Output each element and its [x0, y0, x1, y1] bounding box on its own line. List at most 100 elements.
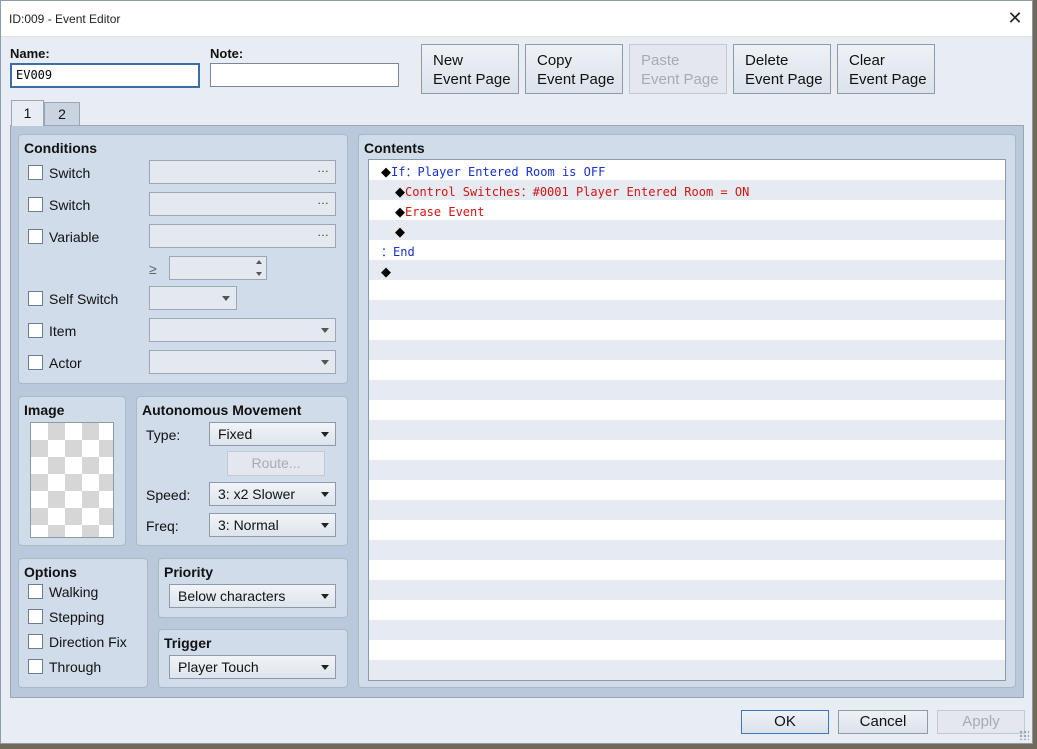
copy-event-page-line1: Copy: [537, 52, 573, 69]
new-event-page-line1: New: [433, 52, 464, 69]
chevron-down-icon: [321, 523, 329, 528]
window-title: ID:009 - Event Editor: [9, 12, 121, 26]
tab-page-2[interactable]: 2: [44, 102, 80, 125]
trigger-title: Trigger: [164, 635, 212, 651]
command-line[interactable]: ◆If：Player Entered Room is OFF: [381, 162, 605, 182]
actor-checkbox[interactable]: [28, 355, 43, 370]
clear-event-page-line1: Clear: [849, 52, 885, 69]
self-switch-select[interactable]: [149, 286, 237, 310]
actor-label: Actor: [49, 355, 82, 371]
switch1-checkbox[interactable]: [28, 165, 43, 180]
priority-select[interactable]: Below characters: [169, 584, 336, 608]
through-checkbox[interactable]: [28, 659, 43, 674]
apply-button[interactable]: Apply: [937, 710, 1025, 734]
switch2-checkbox[interactable]: [28, 197, 43, 212]
ellipsis-icon: …: [317, 225, 329, 239]
title-bar: ID:009 - Event Editor ✕: [1, 1, 1032, 37]
clear-event-page-line2: Event Page: [849, 71, 927, 88]
copy-event-page-line2: Event Page: [537, 71, 615, 88]
movement-freq-select[interactable]: 3: Normal: [209, 513, 336, 537]
movement-freq-value: 3: Normal: [218, 517, 279, 533]
autonomous-movement-title: Autonomous Movement: [142, 402, 302, 418]
command-marker: ：: [381, 245, 394, 259]
ok-button[interactable]: OK: [741, 710, 829, 734]
switch2-label: Switch: [49, 197, 91, 213]
command-marker: ◆: [395, 185, 405, 200]
chevron-down-icon: [222, 296, 230, 301]
tab-page-1[interactable]: 1: [11, 100, 44, 126]
command-text: If：Player Entered Room is OFF: [391, 165, 606, 179]
name-input[interactable]: EV009: [10, 63, 200, 88]
chevron-down-icon: [321, 432, 329, 437]
variable-field[interactable]: …: [149, 224, 336, 248]
close-icon[interactable]: ✕: [1004, 7, 1026, 29]
route-button[interactable]: Route...: [227, 451, 325, 476]
spin-up-icon[interactable]: [256, 260, 262, 264]
self-switch-checkbox[interactable]: [28, 291, 43, 306]
note-input[interactable]: [210, 63, 399, 87]
event-editor-window: ID:009 - Event Editor ✕ Name: EV009 Note…: [0, 0, 1033, 744]
movement-type-select[interactable]: Fixed: [209, 422, 336, 446]
walking-label: Walking: [49, 584, 99, 600]
new-event-page-button[interactable]: New Event Page: [421, 44, 519, 94]
command-line[interactable]: ◆Control Switches：#0001 Player Entered R…: [395, 182, 749, 202]
priority-value: Below characters: [178, 588, 286, 604]
direction-fix-label: Direction Fix: [49, 634, 127, 650]
walking-checkbox[interactable]: [28, 584, 43, 599]
item-select[interactable]: [149, 318, 336, 342]
switch1-label: Switch: [49, 165, 91, 181]
direction-fix-checkbox[interactable]: [28, 634, 43, 649]
delete-event-page-button[interactable]: Delete Event Page: [733, 44, 831, 94]
chevron-down-icon: [321, 594, 329, 599]
switch1-field[interactable]: …: [149, 160, 336, 184]
through-label: Through: [49, 659, 102, 675]
contents-title: Contents: [364, 140, 425, 156]
trigger-select[interactable]: Player Touch: [169, 655, 336, 679]
note-label: Note:: [210, 46, 244, 61]
image-preview[interactable]: [30, 422, 114, 538]
chevron-down-icon: [321, 328, 329, 333]
variable-label: Variable: [49, 229, 100, 245]
command-marker: ◆: [381, 265, 391, 280]
command-marker: ◆: [395, 225, 405, 240]
command-line[interactable]: ◆Erase Event: [395, 202, 484, 222]
movement-type-label: Type:: [146, 427, 181, 443]
chevron-down-icon: [321, 492, 329, 497]
item-checkbox[interactable]: [28, 323, 43, 338]
name-label: Name:: [10, 46, 50, 61]
command-line[interactable]: ：End: [381, 242, 415, 262]
switch2-field[interactable]: …: [149, 192, 336, 216]
movement-speed-label: Speed:: [146, 487, 191, 503]
paste-event-page-line2: Event Page: [641, 71, 719, 88]
stepping-label: Stepping: [49, 609, 105, 625]
spin-down-icon[interactable]: [256, 272, 262, 276]
movement-speed-select[interactable]: 3: x2 Slower: [209, 482, 336, 506]
clear-event-page-button[interactable]: Clear Event Page: [837, 44, 935, 94]
contents-command-list[interactable]: ◆If：Player Entered Room is OFF ◆Control …: [368, 159, 1006, 681]
priority-title: Priority: [164, 564, 214, 580]
command-line[interactable]: ◆: [381, 262, 391, 282]
item-label: Item: [49, 323, 77, 339]
command-marker: ◆: [395, 205, 405, 220]
command-line[interactable]: ◆: [395, 222, 405, 242]
chevron-down-icon: [321, 665, 329, 670]
command-text: End: [393, 245, 415, 259]
command-text: Control Switches：#0001 Player Entered Ro…: [405, 185, 750, 199]
stepping-checkbox[interactable]: [28, 609, 43, 624]
actor-select[interactable]: [149, 350, 336, 374]
resize-grip[interactable]: [1019, 730, 1029, 740]
variable-checkbox[interactable]: [28, 229, 43, 244]
cancel-button[interactable]: Cancel: [838, 710, 928, 734]
paste-event-page-line1: Paste: [641, 52, 680, 69]
delete-event-page-line2: Event Page: [745, 71, 823, 88]
gte-symbol: ≥: [149, 261, 157, 277]
variable-value-spinner[interactable]: [169, 256, 267, 280]
delete-event-page-line1: Delete: [745, 52, 789, 69]
copy-event-page-button[interactable]: Copy Event Page: [525, 44, 623, 94]
new-event-page-line2: Event Page: [433, 71, 511, 88]
paste-event-page-button[interactable]: Paste Event Page: [629, 44, 727, 94]
ellipsis-icon: …: [317, 193, 329, 207]
movement-freq-label: Freq:: [146, 518, 179, 534]
options-title: Options: [24, 564, 77, 580]
self-switch-label: Self Switch: [49, 291, 119, 307]
